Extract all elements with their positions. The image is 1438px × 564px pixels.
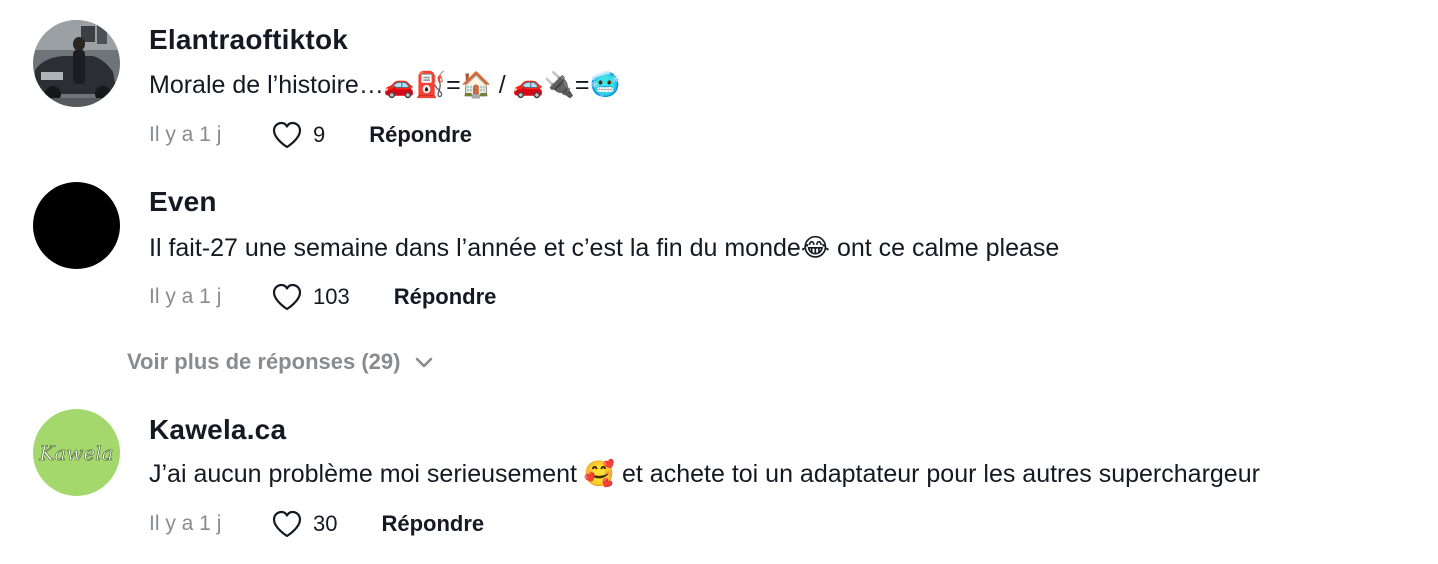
like-button[interactable]: 30 (271, 509, 337, 539)
comment-text: J’ai aucun problème moi serieusement 🥰 e… (149, 460, 1260, 488)
reply-button[interactable]: Répondre (394, 284, 497, 310)
like-count: 9 (313, 122, 326, 147)
heart-icon[interactable] (271, 120, 303, 150)
reply-button[interactable]: Répondre (381, 511, 484, 537)
comment-username[interactable]: Even (149, 186, 217, 218)
comment-timestamp: Il y a 1 j (149, 123, 222, 146)
like-button[interactable]: 9 (271, 120, 325, 150)
comment-text: Il fait-27 une semaine dans l’année et c… (149, 234, 1060, 262)
comment-meta: Il y a 1 j 103 Répondre (149, 281, 496, 313)
kawela-logo-text: Kawela (38, 441, 113, 465)
view-more-replies-label: Voir plus de réponses (29) (127, 349, 401, 374)
kawela-logo-icon: Kawela (38, 441, 114, 466)
heart-icon[interactable] (271, 282, 303, 312)
chevron-down-icon (416, 357, 433, 368)
comment-text: Morale de l’histoire…🚗⛽️=🏠 / 🚗🔌=🥶 (149, 71, 621, 99)
comment-timestamp: Il y a 1 j (149, 512, 222, 535)
avatar[interactable]: Kawela (33, 409, 120, 496)
like-count: 30 (313, 511, 338, 536)
avatar[interactable] (33, 20, 120, 107)
comment-username[interactable]: Elantraoftiktok (149, 24, 348, 56)
reply-button[interactable]: Répondre (369, 122, 472, 148)
like-count: 103 (313, 284, 350, 309)
comment-username[interactable]: Kawela.ca (149, 414, 286, 446)
view-more-replies-button[interactable]: Voir plus de réponses (29) (127, 346, 434, 378)
comment-meta: Il y a 1 j 30 Répondre (149, 508, 484, 540)
comment-timestamp: Il y a 1 j (149, 285, 222, 308)
like-button[interactable]: 103 (271, 282, 350, 312)
comment-meta: Il y a 1 j 9 Répondre (149, 119, 472, 151)
avatar[interactable] (33, 182, 120, 269)
avatar-photo-icon (33, 20, 120, 107)
heart-icon[interactable] (271, 509, 303, 539)
